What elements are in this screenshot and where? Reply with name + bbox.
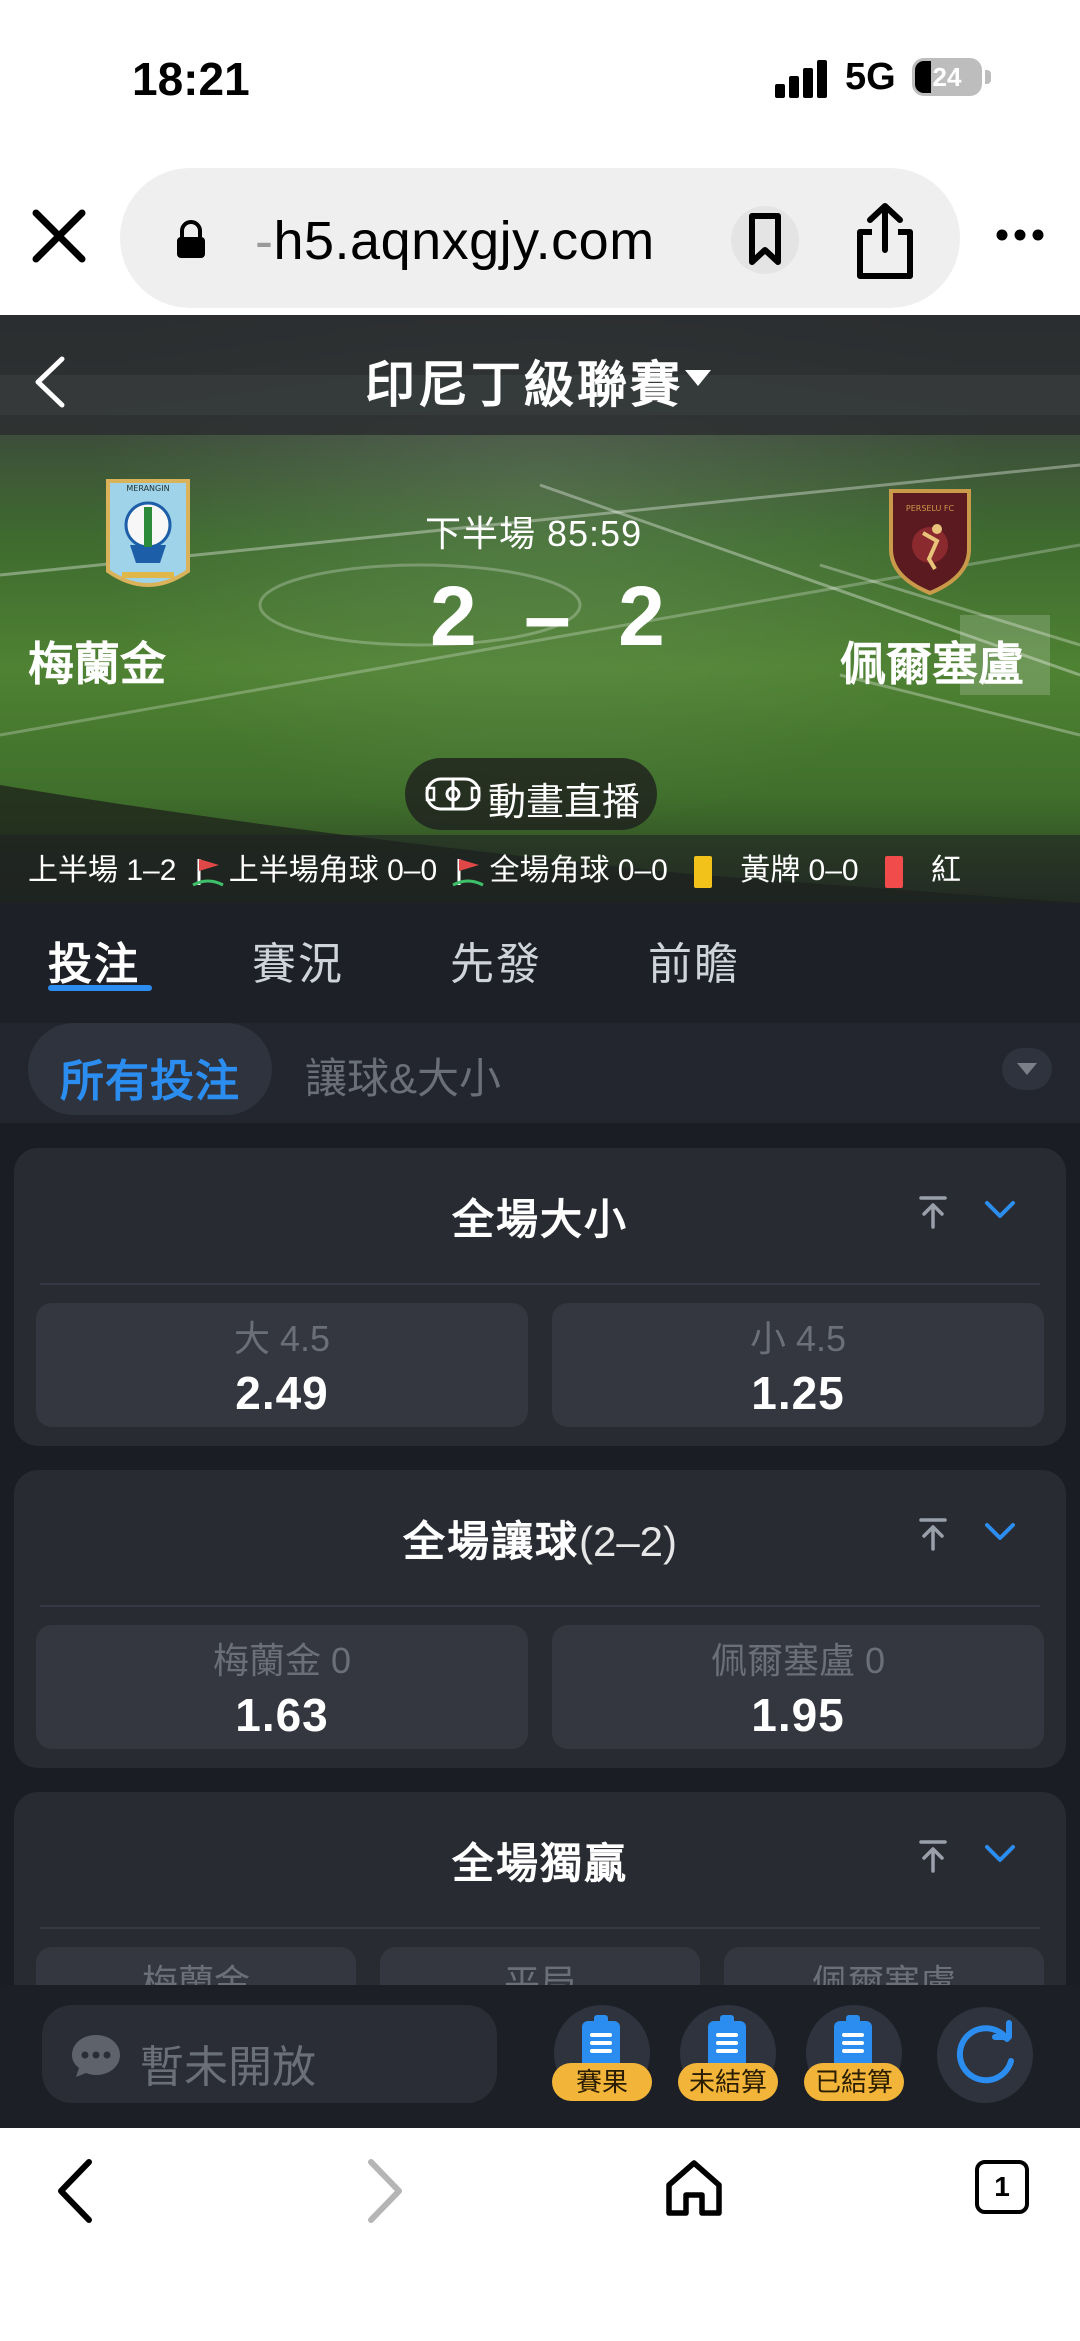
corner-flag-icon: [192, 859, 224, 887]
svg-text:MERANGIN: MERANGIN: [126, 484, 169, 493]
chat-placeholder: 暫未開放: [140, 2043, 316, 2092]
pin-top-icon[interactable]: [918, 1839, 948, 1873]
cellular-signal-icon: [775, 58, 835, 98]
filter-handicap-overunder[interactable]: 讓球&大小: [305, 1045, 501, 1106]
away-team-logo: PERSELU FC: [889, 489, 971, 596]
red-card-icon: [884, 856, 903, 889]
odds-label: 梅蘭金 0: [212, 1640, 352, 1681]
odds-label: 小 4.5: [749, 1318, 847, 1359]
away-team-name: 佩爾塞盧: [840, 638, 1024, 690]
pin-top-icon[interactable]: [918, 1195, 948, 1229]
card-divider: [40, 1283, 1040, 1285]
caret-down-icon[interactable]: [685, 370, 711, 386]
settled-label: 已結算: [804, 2063, 904, 2101]
odds-label: 大 4.5: [233, 1318, 331, 1359]
settled-button[interactable]: 已結算: [804, 2005, 904, 2115]
more-options-icon[interactable]: [995, 225, 1045, 245]
match-score: 2 – 2: [430, 569, 677, 663]
full-match-corners: 全場角球 0–0: [489, 854, 668, 887]
live-animation-label: 動畫直播: [488, 782, 641, 824]
bookmark-icon[interactable]: [730, 200, 800, 280]
corner-flag-icon: [452, 859, 485, 887]
active-tab-indicator: [48, 985, 152, 991]
nav-back-icon[interactable]: [55, 2158, 95, 2224]
tabs-count-button[interactable]: 1: [975, 2160, 1029, 2214]
status-time: 18:21: [132, 53, 250, 105]
browser-bottom-nav: [0, 2128, 1080, 2341]
tab-preview[interactable]: 前瞻: [648, 928, 740, 992]
odds-value: 1.95: [751, 1689, 845, 1741]
battery-tip: [985, 70, 991, 84]
collapse-chevron-icon[interactable]: [984, 1200, 1016, 1220]
nav-forward-icon[interactable]: [365, 2158, 405, 2224]
league-title[interactable]: 印尼丁級聯賽: [365, 345, 683, 417]
odds-value: 2.49: [235, 1367, 329, 1419]
svg-text:PERSELU FC: PERSELU FC: [906, 504, 955, 513]
lock-icon: [177, 220, 205, 258]
filter-all-bets-label: 所有投注: [60, 1057, 240, 1106]
unsettled-button[interactable]: 未結算: [678, 2005, 778, 2115]
match-stats-row: 上半場 1–2 上半場角球 0–0 全場角球 0–0 黃牌 0–0 紅: [28, 845, 961, 889]
odds-value: 1.63: [235, 1689, 329, 1741]
odds-label: 佩爾塞盧 0: [710, 1640, 886, 1681]
filter-dropdown-button[interactable]: [1002, 1048, 1052, 1090]
home-team-logo: MERANGIN: [106, 479, 190, 587]
home-team-name: 梅蘭金: [28, 638, 166, 690]
results-label: 賽果: [552, 2063, 652, 2101]
match-period-clock: 下半場 85:59: [425, 513, 643, 554]
chat-bubble-icon: [72, 2035, 120, 2077]
dropdown-triangle-icon: [1017, 1063, 1037, 1075]
first-half-corners: 上半場角球 0–0: [228, 854, 438, 887]
tab-live-status[interactable]: 賽況: [252, 928, 344, 992]
pitch-icon: [425, 777, 481, 811]
battery-icon: 24: [912, 58, 982, 96]
first-half-score: 上半場 1–2: [28, 854, 177, 887]
yellow-card-icon: [694, 856, 713, 889]
back-chevron-icon[interactable]: [30, 355, 70, 409]
document-icon: [582, 2015, 620, 2069]
close-icon[interactable]: [28, 205, 90, 267]
home-icon[interactable]: [663, 2157, 725, 2219]
card-divider: [40, 1605, 1040, 1607]
card-divider: [40, 1927, 1040, 1929]
yellow-cards: 黃牌 0–0: [740, 854, 859, 887]
red-cards: 紅: [930, 854, 961, 887]
unsettled-label: 未結算: [678, 2063, 778, 2101]
pin-top-icon[interactable]: [918, 1517, 948, 1551]
collapse-chevron-icon[interactable]: [984, 1844, 1016, 1864]
odds-value: 1.25: [751, 1367, 845, 1419]
results-button[interactable]: 賽果: [552, 2005, 652, 2115]
collapse-chevron-icon[interactable]: [984, 1522, 1016, 1542]
url-text[interactable]: -h5.aqnxgjy.com: [255, 210, 655, 272]
document-icon: [834, 2015, 872, 2069]
refresh-icon[interactable]: [935, 2005, 1035, 2105]
battery-level: 24: [932, 62, 962, 92]
tab-lineup[interactable]: 先發: [450, 928, 542, 992]
share-icon[interactable]: [850, 198, 920, 284]
tab-betting[interactable]: 投注: [48, 928, 140, 992]
document-icon: [708, 2015, 746, 2069]
network-type: 5G: [845, 56, 896, 98]
